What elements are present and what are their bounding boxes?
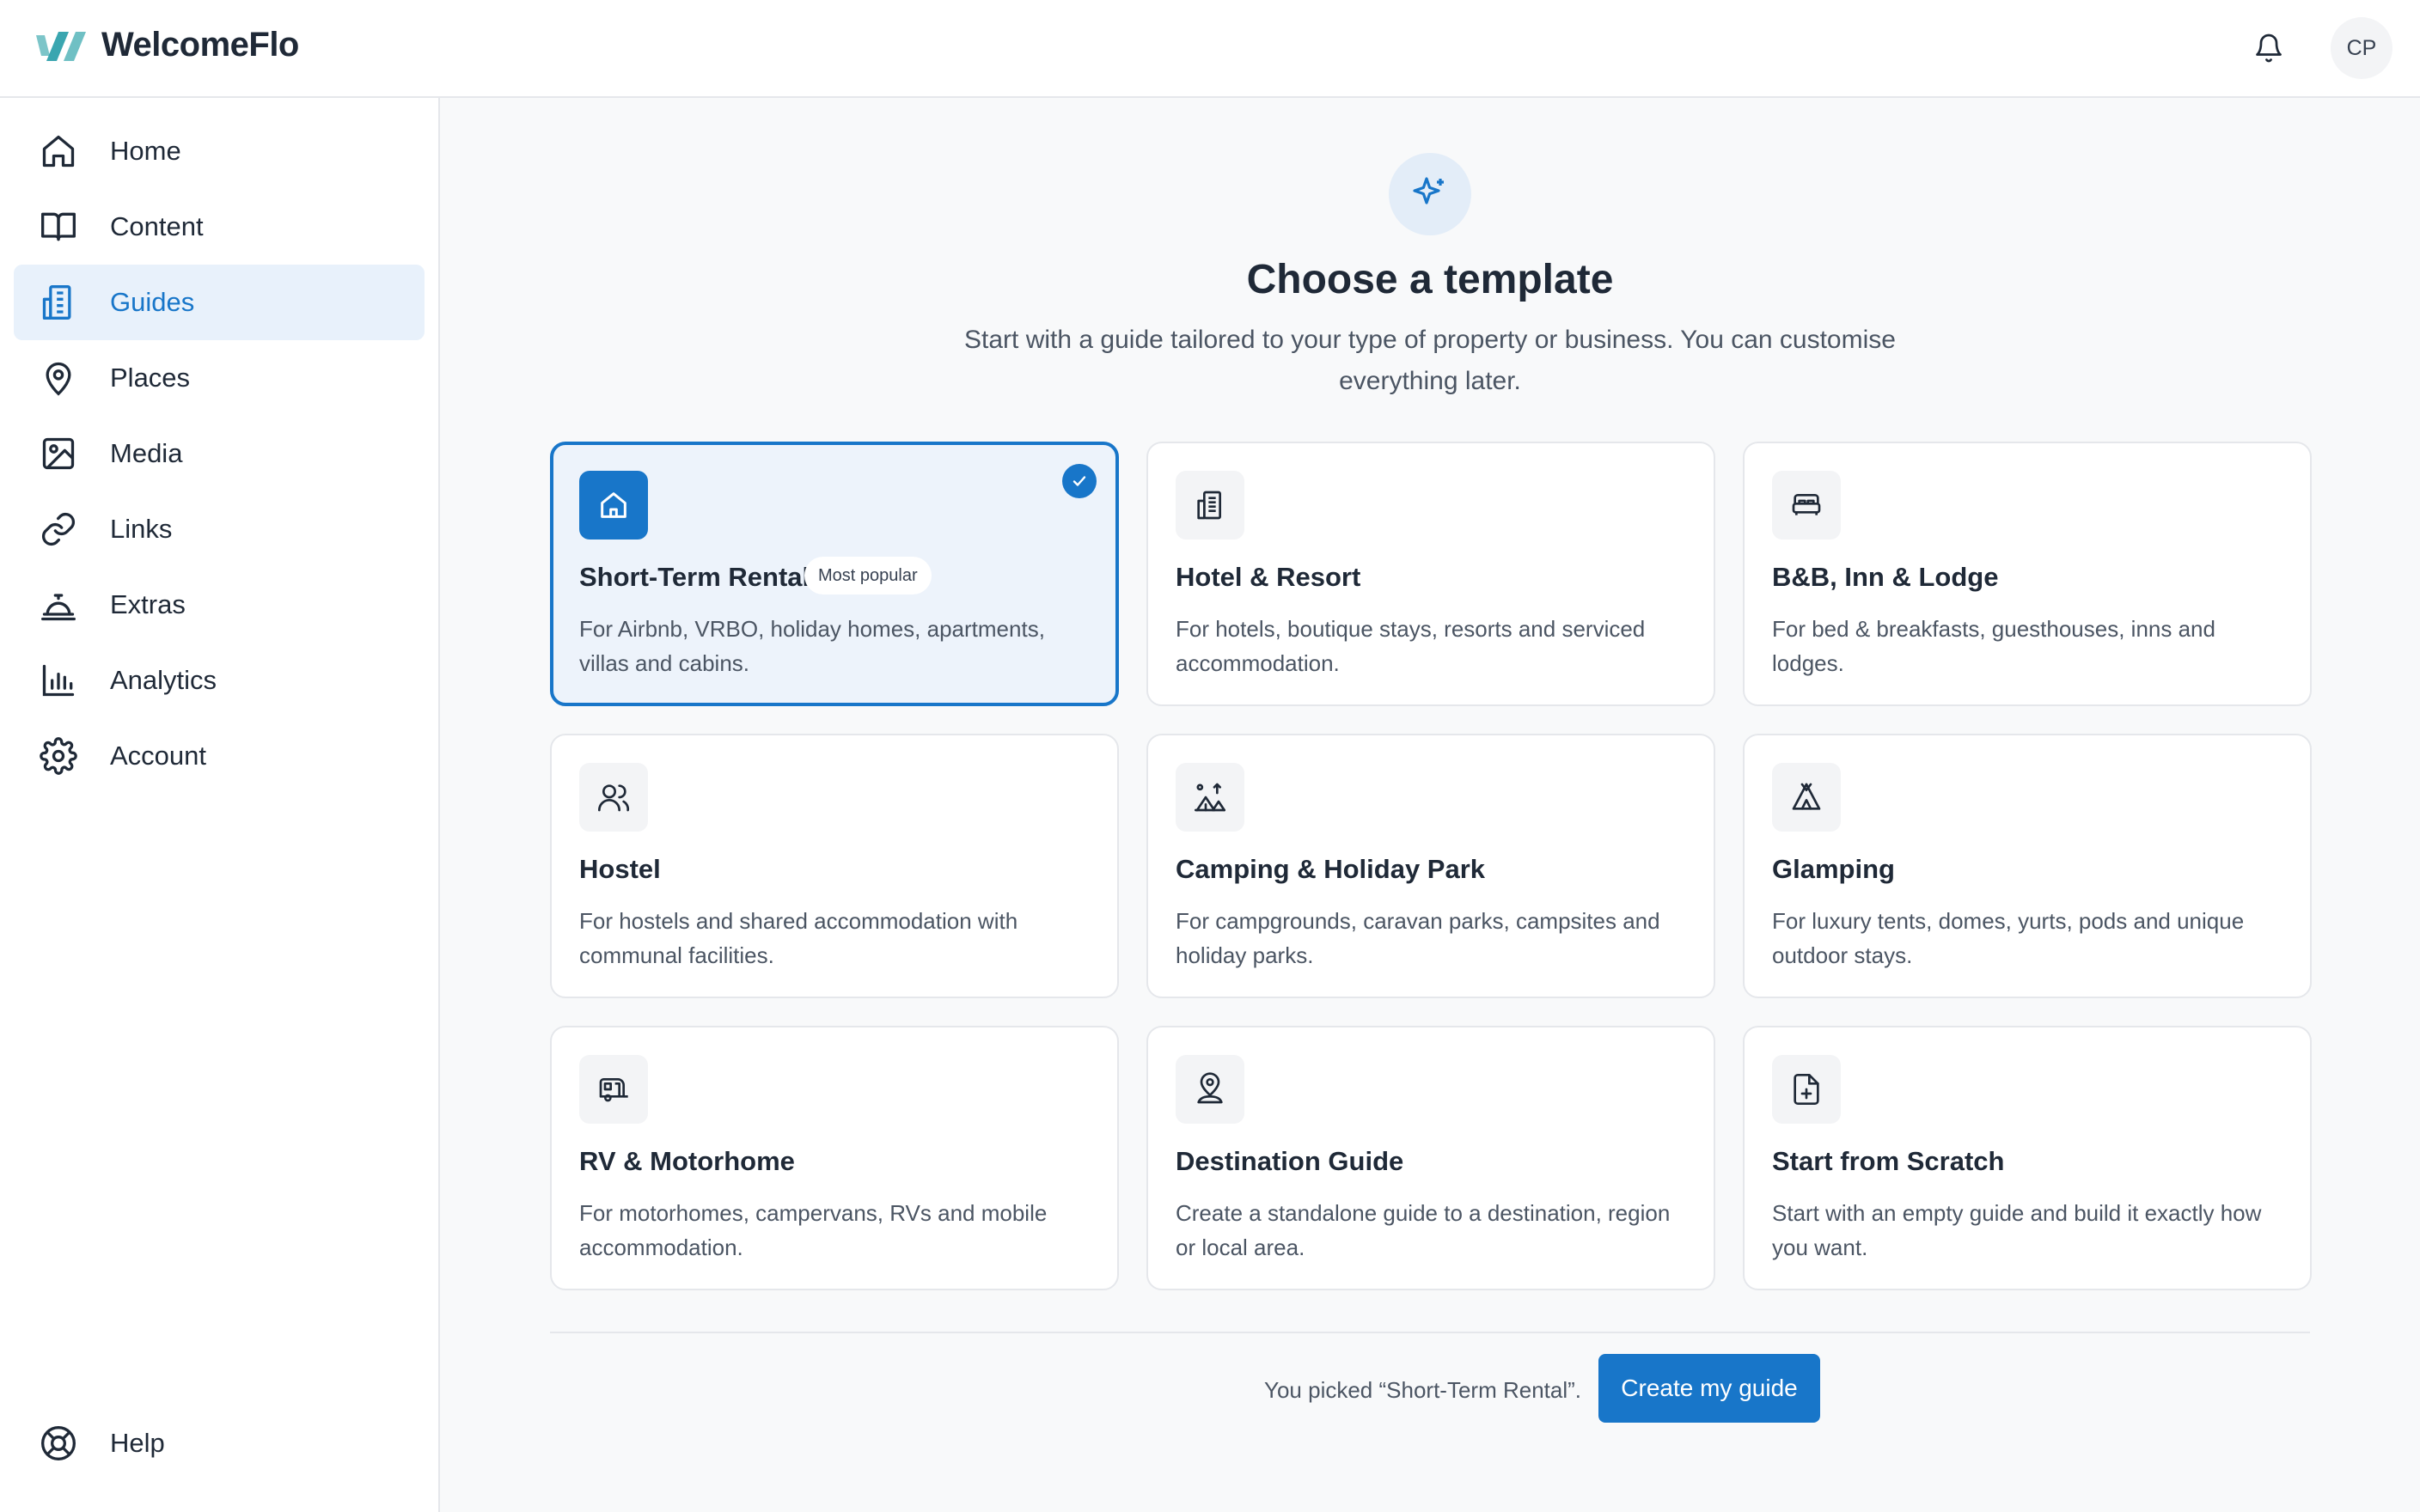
sidebar-item-label: Guides xyxy=(110,287,195,317)
card-title: Hotel & Resort xyxy=(1176,562,1361,592)
sidebar-item-label: Help xyxy=(110,1428,165,1458)
bed-icon xyxy=(1772,471,1841,540)
template-card-hotel-resort[interactable]: Hotel & Resort For hotels, boutique stay… xyxy=(1146,442,1715,706)
picked-template-text: You picked “Short-Term Rental”. xyxy=(1264,1377,1581,1403)
sidebar-item-home[interactable]: Home xyxy=(14,113,425,189)
template-card-rv-motorhome[interactable]: RV & Motorhome For motorhomes, campervan… xyxy=(550,1026,1119,1290)
card-title: Glamping xyxy=(1772,854,1895,884)
sparkles-icon xyxy=(1389,153,1471,235)
concierge-bell-icon xyxy=(41,594,76,621)
map-pin-icon xyxy=(46,362,71,396)
top-bar: WelcomeFlo CP xyxy=(0,0,2420,98)
template-card-short-term-rental[interactable]: Short-Term Rental Most popular For Airbn… xyxy=(550,442,1119,706)
check-icon xyxy=(1062,464,1097,498)
template-card-bnb-inn-lodge[interactable]: B&B, Inn & Lodge For bed & breakfasts, g… xyxy=(1743,442,2312,706)
sidebar-item-label: Extras xyxy=(110,589,186,619)
card-description: For motorhomes, campervans, RVs and mobi… xyxy=(579,1200,1048,1260)
card-title: Short-Term Rental xyxy=(579,562,810,592)
card-description: For luxury tents, domes, yurts, pods and… xyxy=(1772,908,2245,968)
sidebar-item-content[interactable]: Content xyxy=(14,189,425,265)
life-buoy-icon xyxy=(41,1426,76,1460)
notifications-bell-icon[interactable] xyxy=(2253,33,2284,64)
building-icon xyxy=(42,285,71,320)
users-icon xyxy=(579,763,648,832)
sidebar: Home Content Guides Places Media Links E… xyxy=(0,98,440,1512)
create-guide-button[interactable]: Create my guide xyxy=(1598,1354,1820,1423)
card-title: RV & Motorhome xyxy=(579,1146,795,1176)
sidebar-item-label: Content xyxy=(110,211,204,241)
campsite-icon xyxy=(1176,763,1244,832)
template-card-start-from-scratch[interactable]: Start from Scratch Start with an empty g… xyxy=(1743,1026,2312,1290)
page-subtitle: Start with a guide tailored to your type… xyxy=(964,326,1896,395)
sidebar-item-guides[interactable]: Guides xyxy=(14,265,425,340)
user-avatar[interactable]: CP xyxy=(2331,17,2392,79)
card-title: Camping & Holiday Park xyxy=(1176,854,1486,884)
card-title: Start from Scratch xyxy=(1772,1146,2005,1176)
link-icon xyxy=(42,513,75,546)
app-name: WelcomeFlo xyxy=(101,26,299,64)
image-icon xyxy=(42,437,75,470)
bar-chart-icon xyxy=(42,664,75,697)
card-description: For Airbnb, VRBO, holiday homes, apartme… xyxy=(579,616,1045,676)
template-card-destination-guide[interactable]: Destination Guide Create a standalone gu… xyxy=(1146,1026,1715,1290)
logo-mark-icon xyxy=(36,31,86,61)
sidebar-item-label: Links xyxy=(110,514,173,544)
home-icon xyxy=(42,135,75,168)
sidebar-item-label: Media xyxy=(110,438,183,468)
sidebar-item-account[interactable]: Account xyxy=(14,718,425,794)
file-plus-icon xyxy=(1772,1055,1841,1124)
card-description: Start with an empty guide and build it e… xyxy=(1772,1200,2262,1260)
sidebar-item-analytics[interactable]: Analytics xyxy=(14,643,425,718)
sidebar-item-label: Places xyxy=(110,363,191,393)
sidebar-item-places[interactable]: Places xyxy=(14,340,425,416)
tent-icon xyxy=(1772,763,1841,832)
card-description: Create a standalone guide to a destinati… xyxy=(1176,1200,1671,1260)
map-pin-user-icon xyxy=(1176,1055,1244,1124)
card-description: For bed & breakfasts, guesthouses, inns … xyxy=(1772,616,2215,676)
caravan-icon xyxy=(579,1055,648,1124)
sidebar-item-label: Account xyxy=(110,741,207,771)
card-title: Destination Guide xyxy=(1176,1146,1404,1176)
hotel-icon xyxy=(1176,471,1244,540)
card-description: For hotels, boutique stays, resorts and … xyxy=(1176,616,1646,676)
selection-footer: You picked “Short-Term Rental”. Create m… xyxy=(550,1332,2310,1512)
template-card-hostel[interactable]: Hostel For hostels and shared accommodat… xyxy=(550,734,1119,998)
sidebar-item-help[interactable]: Help xyxy=(14,1405,425,1481)
book-open-icon xyxy=(41,212,76,241)
template-card-camping-holiday-park[interactable]: Camping & Holiday Park For campgrounds, … xyxy=(1146,734,1715,998)
sidebar-item-label: Home xyxy=(110,136,181,166)
card-title: B&B, Inn & Lodge xyxy=(1772,562,1999,592)
sidebar-item-media[interactable]: Media xyxy=(14,416,425,491)
card-description: For campgrounds, caravan parks, campsite… xyxy=(1176,908,1660,968)
main-content: Choose a template Start with a guide tai… xyxy=(440,98,2420,1512)
template-card-glamping[interactable]: Glamping For luxury tents, domes, yurts,… xyxy=(1743,734,2312,998)
sidebar-item-links[interactable]: Links xyxy=(14,491,425,567)
gear-icon xyxy=(40,737,77,775)
most-popular-badge: Most popular xyxy=(804,557,932,594)
page-title: Choose a template xyxy=(1246,257,1614,302)
sidebar-item-label: Analytics xyxy=(110,665,217,695)
card-title: Hostel xyxy=(579,854,661,884)
sidebar-item-extras[interactable]: Extras xyxy=(14,567,425,643)
card-description: For hostels and shared accommodation wit… xyxy=(579,908,1018,968)
house-icon xyxy=(579,471,648,540)
logo[interactable]: WelcomeFlo xyxy=(34,26,299,64)
